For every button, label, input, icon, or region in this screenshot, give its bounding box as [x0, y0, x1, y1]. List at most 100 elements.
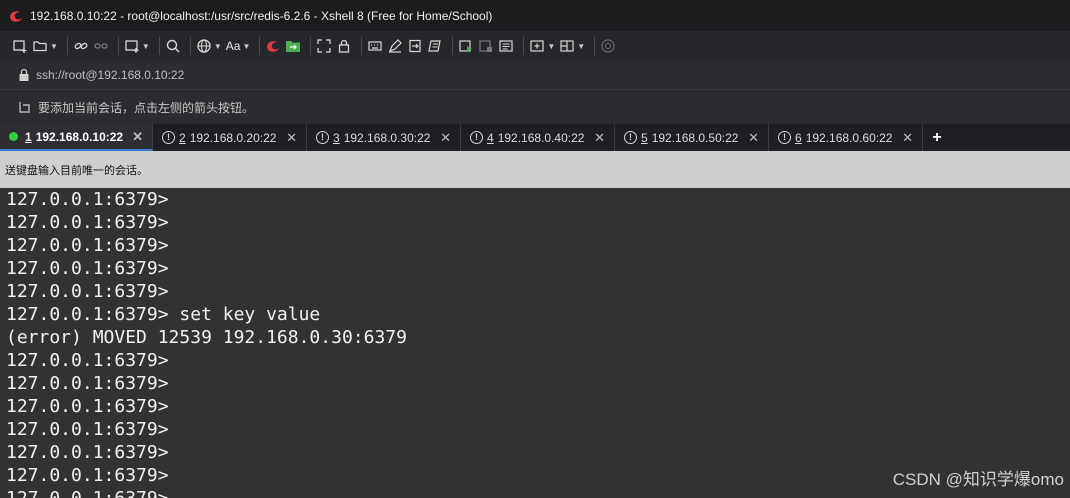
chevron-down-icon: ▼ [50, 41, 58, 51]
toolbar-divider [523, 37, 525, 55]
tab-session-6[interactable]: ! 6 192.168.0.60:22 ✕ [769, 124, 923, 151]
fullscreen-icon [317, 39, 332, 53]
script-icon [428, 40, 442, 52]
close-icon[interactable]: ✕ [902, 130, 913, 146]
xshell-logo-icon [10, 10, 22, 22]
keyboard-icon [368, 41, 382, 51]
xshell-button[interactable] [265, 35, 281, 57]
terminal-line: 127.0.0.1:6379> [6, 235, 169, 256]
layout-button[interactable]: ▼ [559, 35, 585, 57]
connected-status-icon [9, 132, 18, 141]
search-icon [166, 39, 180, 53]
info-icon: ! [778, 131, 791, 144]
fullscreen-button[interactable] [316, 35, 332, 57]
toolbar-divider [361, 37, 363, 55]
terminal-line: 127.0.0.1:6379> [6, 419, 169, 440]
new-tab-group-button[interactable]: ▼ [529, 35, 555, 57]
tab-label: 192.168.0.10:22 [35, 129, 124, 144]
lock-icon [19, 68, 29, 81]
add-tab-button[interactable]: + [923, 124, 951, 151]
font-button[interactable]: Aa ▼ [226, 35, 251, 57]
tab-label: 192.168.0.50:22 [651, 130, 739, 145]
close-icon[interactable]: ✕ [748, 130, 759, 146]
help-button[interactable] [600, 35, 616, 57]
pen-icon [389, 39, 403, 53]
compose-target-text: 送键盘输入目前唯一的会话。 [5, 164, 148, 177]
close-icon[interactable]: ✕ [440, 130, 451, 146]
tab-session-5[interactable]: ! 5 192.168.0.50:22 ✕ [615, 124, 769, 151]
link-icon [74, 42, 88, 50]
xftp-green-icon [286, 41, 301, 52]
quick-connect-arrow-icon[interactable] [18, 100, 32, 114]
window-title: 192.168.0.10:22 - root@localhost:/usr/sr… [30, 8, 493, 23]
open-session-button[interactable]: ▼ [32, 35, 58, 57]
address-text: ssh://root@192.168.0.10:22 [36, 68, 185, 82]
session-hint-bar: 要添加当前会话，点击左侧的箭头按钮。 [0, 89, 1070, 124]
unlink-icon [94, 43, 108, 49]
lock-button[interactable] [336, 35, 352, 57]
notes-button[interactable] [498, 35, 514, 57]
tab-session-2[interactable]: ! 2 192.168.0.20:22 ✕ [153, 124, 307, 151]
log-stop-icon [479, 40, 493, 52]
xftp-button[interactable] [285, 35, 301, 57]
script-button[interactable] [427, 35, 443, 57]
tab-number: 1 [25, 129, 32, 144]
toolbar-divider [117, 37, 119, 55]
toolbar-divider [259, 37, 261, 55]
session-tab-bar: 1 192.168.0.10:22 ✕ ! 2 192.168.0.20:22 … [0, 124, 1070, 151]
tab-label: 192.168.0.60:22 [805, 130, 893, 145]
compose-button[interactable] [387, 35, 403, 57]
tab-label: 192.168.0.20:22 [189, 130, 277, 145]
stop-log-button[interactable] [478, 35, 494, 57]
tab-label: 192.168.0.40:22 [497, 130, 585, 145]
tab-number: 4 [487, 130, 494, 145]
keyboard-button[interactable] [367, 35, 383, 57]
terminal-line: 127.0.0.1:6379> [6, 350, 169, 371]
info-icon: ! [624, 131, 637, 144]
close-icon[interactable]: ✕ [594, 130, 605, 146]
add-box-icon [530, 40, 544, 52]
terminal-line: 127.0.0.1:6379> [6, 189, 169, 210]
hint-text: 要添加当前会话，点击左侧的箭头按钮。 [38, 100, 255, 115]
terminal-line: 127.0.0.1:6379> [6, 373, 169, 394]
login-icon [409, 39, 421, 53]
tab-session-4[interactable]: ! 4 192.168.0.40:22 ✕ [461, 124, 615, 151]
terminal-line: 127.0.0.1:6379> [6, 258, 169, 279]
chevron-down-icon: ▼ [213, 41, 222, 51]
transfer-button[interactable] [407, 35, 423, 57]
toolbar-divider [594, 37, 596, 55]
new-session-button[interactable] [12, 35, 28, 57]
address-bar[interactable]: ssh://root@192.168.0.10:22 [0, 61, 1070, 89]
new-session-icon [13, 40, 27, 53]
tab-session-3[interactable]: ! 3 192.168.0.30:22 ✕ [307, 124, 461, 151]
chevron-down-icon: ▼ [577, 41, 586, 51]
tab-number: 5 [641, 130, 648, 145]
terminal-line: 127.0.0.1:6379> [6, 396, 169, 417]
start-log-button[interactable] [458, 35, 474, 57]
watermark: CSDN @知识学爆omo [892, 470, 1064, 489]
terminal-line: 127.0.0.1:6379> set key value [6, 304, 321, 325]
new-window-icon [125, 40, 139, 53]
close-icon[interactable]: ✕ [286, 130, 297, 146]
toolbar-divider [158, 37, 160, 55]
xshell-red-icon [267, 41, 280, 52]
terminal-line: 127.0.0.1:6379> [6, 212, 169, 233]
terminal-line: 127.0.0.1:6379> [6, 442, 169, 463]
tab-session-1[interactable]: 1 192.168.0.10:22 ✕ [0, 124, 153, 151]
reconnect-button[interactable] [73, 35, 89, 57]
disconnect-button[interactable] [93, 35, 109, 57]
terminal-output[interactable]: 127.0.0.1:6379> 127.0.0.1:6379> 127.0.0.… [0, 188, 1070, 498]
lock-icon [339, 39, 350, 53]
tab-number: 2 [179, 130, 186, 145]
toolbar-divider [66, 37, 68, 55]
encoding-button[interactable]: ▼ [196, 35, 222, 57]
close-icon[interactable]: ✕ [132, 129, 143, 145]
font-icon: Aa [225, 39, 241, 53]
info-icon: ! [162, 131, 175, 144]
new-window-button[interactable]: ▼ [124, 35, 150, 57]
tab-number: 6 [795, 130, 802, 145]
tab-label: 192.168.0.30:22 [343, 130, 431, 145]
toolbar-divider [452, 37, 454, 55]
find-button[interactable] [165, 35, 181, 57]
terminal-line: 127.0.0.1:6379> [6, 281, 169, 302]
